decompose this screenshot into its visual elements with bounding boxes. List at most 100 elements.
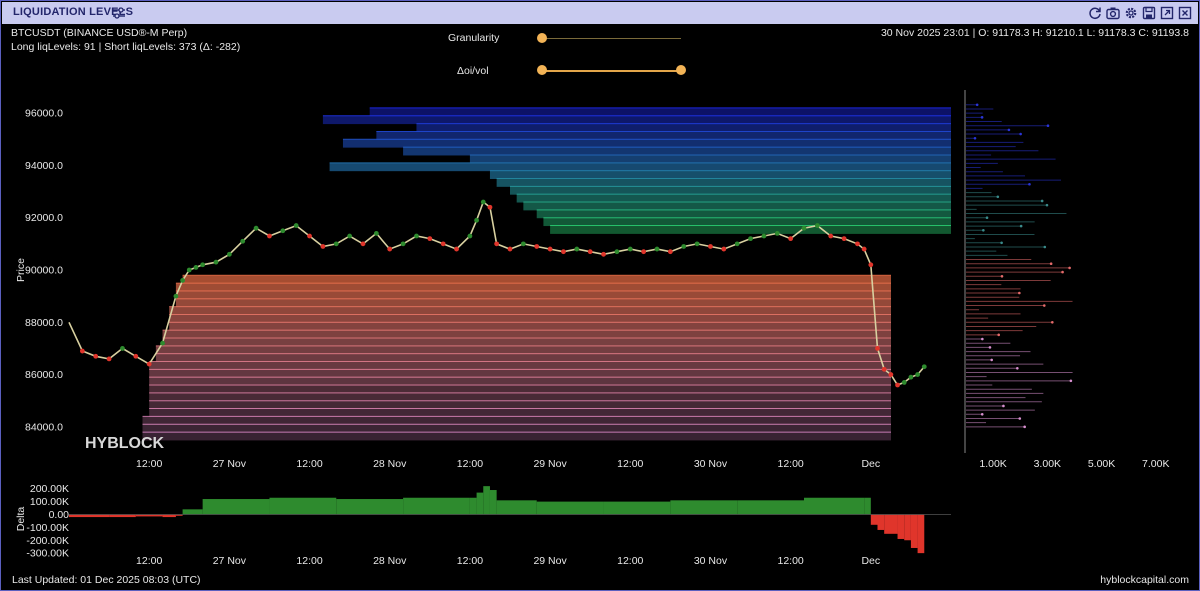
short-liq-band: [416, 123, 951, 132]
long-liq-band: [169, 322, 891, 331]
short-liq-band: [403, 147, 951, 156]
long-liq-band: [149, 408, 891, 417]
delta-xtick-label: 12:00: [617, 555, 643, 567]
chart-canvas[interactable]: 84000.0 86000.0 88000.0 90000.0 92000.0 94000…: [1, 1, 1199, 590]
long-liq-band: [149, 369, 891, 378]
delta-negative-bar: [877, 514, 885, 530]
liquidation-levels-window: LIQUIDATION LEVELS BTCUSDT (BINANCE USD®…: [0, 0, 1200, 591]
short-liq-band: [489, 170, 951, 179]
profile-dot: [975, 103, 979, 107]
bull-candle-dot: [921, 364, 927, 370]
long-liq-band: [142, 432, 891, 441]
delta-negative-bar: [884, 514, 898, 534]
hyblock-watermark: HYBLOCK: [85, 435, 165, 452]
long-liq-band: [149, 400, 891, 410]
brand-link[interactable]: hyblockcapital.com: [1100, 574, 1189, 586]
price-ytick-label: 88000.0: [25, 317, 63, 329]
price-ytick-label: 92000.0: [25, 212, 63, 224]
bear-candle-dot: [454, 246, 459, 252]
profile-dot: [1007, 128, 1011, 132]
profile-dot: [1028, 182, 1031, 186]
profile-dot: [1051, 320, 1054, 324]
delta-negative-bar: [897, 514, 905, 539]
long-liq-band: [142, 424, 891, 433]
profile-xtick-label: 7.00K: [1142, 458, 1169, 470]
bear-candle-dot: [387, 246, 393, 252]
short-liq-band: [550, 225, 951, 234]
delta-positive-bar: [737, 500, 804, 515]
delta-positive-bar: [864, 497, 871, 515]
profile-dot: [980, 116, 984, 119]
bear-candle-dot: [587, 249, 593, 255]
long-liq-band: [149, 361, 891, 370]
profile-dot: [1042, 304, 1046, 307]
delta-xtick-label: 12:00: [457, 555, 483, 567]
delta-xtick-label: 12:00: [296, 555, 322, 567]
bear-candle-dot: [888, 372, 894, 377]
bull-candle-dot: [193, 264, 199, 270]
bear-candle-dot: [320, 244, 326, 249]
bear-candle-dot: [895, 382, 900, 388]
long-liq-band: [149, 385, 891, 394]
bear-candle-dot: [507, 246, 513, 252]
profile-dot: [1023, 425, 1026, 429]
price-xtick-label: 12:00: [136, 458, 162, 470]
delta-negative-bar: [917, 514, 925, 554]
price-axis-label: Price: [15, 258, 27, 282]
delta-xtick-label: 12:00: [136, 555, 162, 567]
delta-xtick-label: Dec: [861, 555, 880, 567]
delta-positive-bar: [804, 497, 865, 515]
long-liq-band: [175, 290, 892, 300]
price-xtick-label: 12:00: [777, 458, 803, 470]
bear-candle-dot: [855, 241, 860, 247]
bull-candle-dot: [801, 225, 807, 231]
bull-candle-dot: [654, 246, 660, 252]
profile-dot: [981, 337, 984, 341]
short-liq-band: [322, 115, 952, 125]
price-xtick-label: 28 Nov: [373, 458, 407, 470]
price-xtick-label: Dec: [861, 458, 880, 470]
delta-ytick-label: 0.00: [49, 509, 70, 521]
short-liq-band: [516, 194, 951, 203]
delta-positive-bar: [469, 497, 477, 515]
bear-candle-dot: [828, 233, 834, 239]
long-liq-band: [149, 377, 891, 386]
bull-candle-dot: [761, 233, 767, 239]
delta-xtick-label: 29 Nov: [533, 555, 567, 567]
profile-dot: [1019, 224, 1023, 228]
price-xtick-label: 12:00: [617, 458, 643, 470]
profile-dot: [990, 358, 993, 362]
short-liq-band: [342, 139, 951, 148]
bull-candle-dot: [213, 259, 219, 265]
bear-candle-dot: [861, 246, 867, 252]
profile-dot: [1002, 404, 1005, 408]
bull-candle-dot: [347, 233, 353, 239]
delta-negative-bar: [910, 514, 918, 548]
price-ytick-label: 86000.0: [25, 369, 63, 381]
profile-dot: [982, 228, 985, 232]
bull-candle-dot: [400, 241, 406, 247]
bull-candle-dot: [814, 223, 820, 228]
price-ytick-label: 96000.0: [25, 108, 63, 120]
delta-xtick-label: 30 Nov: [694, 555, 728, 567]
delta-positive-bar: [496, 500, 537, 515]
long-liq-band: [155, 345, 891, 355]
bull-candle-dot: [160, 340, 165, 346]
delta-ytick-label: -300.00K: [26, 548, 69, 560]
delta-positive-bar: [603, 501, 671, 515]
price-ytick-label: 84000.0: [25, 421, 63, 433]
bear-candle-dot: [93, 353, 99, 359]
bull-candle-dot: [253, 225, 259, 231]
bull-candle-dot: [333, 241, 339, 247]
bull-candle-dot: [280, 228, 286, 234]
delta-negative-bar: [904, 514, 911, 541]
profile-dot: [973, 136, 977, 140]
profile-dot: [1068, 266, 1071, 270]
bull-candle-dot: [467, 233, 473, 239]
bear-candle-dot: [427, 236, 433, 242]
profile-divider: [964, 90, 966, 453]
profile-dot: [1049, 262, 1053, 266]
bear-candle-dot: [788, 236, 794, 242]
price-ytick-label: 94000.0: [25, 160, 63, 172]
price-xtick-label: 30 Nov: [694, 458, 728, 470]
